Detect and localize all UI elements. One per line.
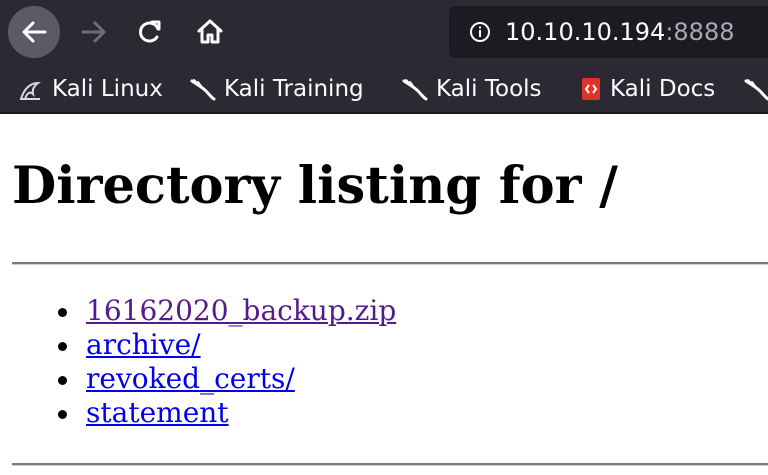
- bookmark-kali-training[interactable]: Kali Training: [190, 66, 364, 112]
- back-button[interactable]: [8, 6, 60, 58]
- file-link-archive[interactable]: archive/: [86, 328, 201, 361]
- bookmark-overflow[interactable]: [744, 66, 768, 112]
- arrow-right-icon: [81, 21, 106, 43]
- url-host: 10.10.10.194: [505, 18, 666, 46]
- list-item: archive/: [0, 328, 396, 362]
- file-link-revoked-certs[interactable]: revoked_certs/: [86, 362, 295, 395]
- bullet-icon: [58, 376, 67, 385]
- horizontal-rule: [12, 262, 768, 265]
- list-item: 16162020_backup.zip: [0, 294, 396, 328]
- bullet-icon: [58, 308, 67, 317]
- kali-dragon-icon: [402, 79, 428, 101]
- list-item: revoked_certs/: [0, 362, 396, 396]
- bookmark-label: Kali Linux: [52, 76, 163, 102]
- url-text[interactable]: 10.10.10.194:8888: [505, 6, 734, 58]
- file-link-statement[interactable]: statement: [86, 396, 229, 429]
- kali-dragon-icon: [744, 79, 768, 101]
- file-link-backup-zip[interactable]: 16162020_backup.zip: [86, 294, 396, 327]
- url-port: :8888: [665, 18, 735, 46]
- horizontal-rule: [12, 463, 768, 466]
- bookmark-label: Kali Docs: [610, 76, 716, 102]
- bookmarks-toolbar: Kali Linux Kali Training Kali Tools Kali…: [0, 66, 768, 114]
- reload-button[interactable]: [124, 6, 176, 58]
- bullet-icon: [58, 342, 67, 351]
- browser-toolbar: 10.10.10.194:8888: [0, 0, 768, 66]
- info-icon[interactable]: [469, 21, 491, 43]
- bookmark-kali-tools[interactable]: Kali Tools: [402, 66, 542, 112]
- kali-docs-icon: [582, 78, 600, 100]
- kali-dragon-icon: [190, 79, 216, 101]
- page-title: Directory listing for /: [12, 156, 618, 216]
- bookmark-kali-linux[interactable]: Kali Linux: [18, 66, 163, 112]
- list-item: statement: [0, 396, 396, 430]
- home-icon: [197, 19, 223, 44]
- forward-button[interactable]: [68, 6, 120, 58]
- bullet-icon: [58, 410, 67, 419]
- page-content: Directory listing for / 16162020_backup.…: [0, 114, 768, 475]
- reload-icon: [139, 20, 161, 43]
- kali-dragon-icon: [19, 81, 42, 100]
- bookmark-kali-docs[interactable]: Kali Docs: [580, 66, 715, 112]
- arrow-left-icon: [22, 21, 47, 43]
- bookmark-label: Kali Training: [224, 76, 364, 102]
- file-list: 16162020_backup.zip archive/ revoked_cer…: [0, 294, 396, 430]
- home-button[interactable]: [184, 6, 236, 58]
- address-bar[interactable]: 10.10.10.194:8888: [449, 6, 768, 58]
- bookmark-label: Kali Tools: [436, 76, 542, 102]
